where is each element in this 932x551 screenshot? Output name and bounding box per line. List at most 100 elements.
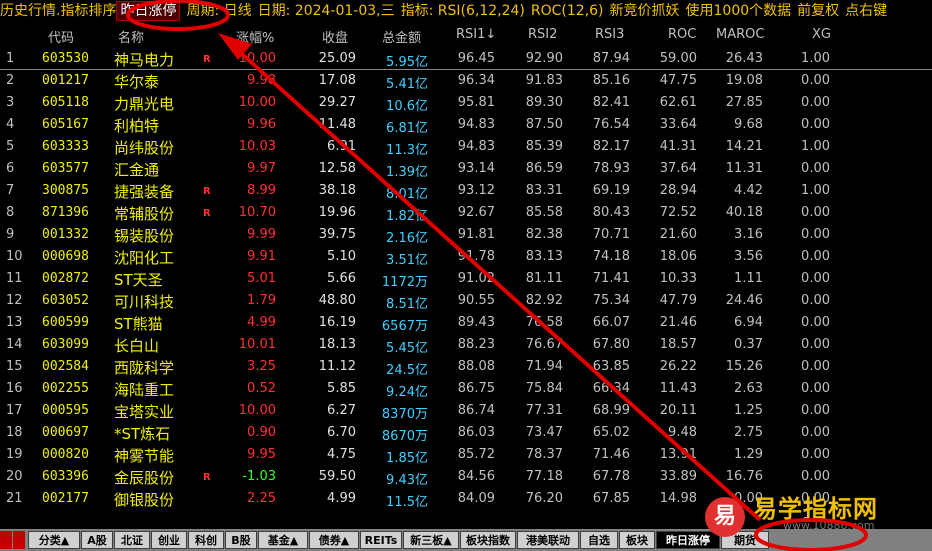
tab-item[interactable]: 基金▲ [258, 531, 308, 549]
tab-item[interactable]: 创业 [151, 531, 187, 549]
cell-rsi2: 82.38 [525, 227, 563, 242]
table-row[interactable]: 19 000820 神雾节能 9.95 4.75 1.85亿 85.72 78.37 71.46… [0, 444, 932, 466]
cell-idx: 10 [6, 249, 23, 264]
table-row[interactable]: 7 300875 捷强装备 R 8.99 38.18 8.01亿 93.12 83.31 69.1… [0, 180, 932, 202]
cell-idx: 20 [6, 469, 23, 484]
cell-rsi1: 88.23 [457, 337, 495, 352]
watermark-url: www.10886.com [783, 519, 875, 532]
col-code[interactable]: 代码 [48, 27, 74, 46]
table-row[interactable]: 17 000595 宝塔实业 10.00 6.27 8370万 86.74 77.31 68.9… [0, 400, 932, 422]
tab-item[interactable]: 板块指数 [460, 531, 516, 549]
tab-item[interactable]: 新三板▲ [403, 531, 459, 549]
tab-item[interactable]: 昨日涨停 [656, 531, 720, 549]
col-xg[interactable]: XG [812, 27, 831, 42]
col-change[interactable]: 涨幅% [236, 27, 274, 46]
cell-amt: 8.51亿 [386, 297, 428, 312]
cell-rsi2: 76.20 [525, 491, 563, 506]
col-amount[interactable]: 总金额 [382, 27, 421, 46]
cell-idx: 9 [6, 227, 15, 242]
cell-rsi3: 70.71 [592, 227, 630, 242]
cell-rsi3: 74.18 [592, 249, 630, 264]
cell-code: 871396 [42, 205, 89, 220]
tab-item[interactable]: 自选 [580, 531, 618, 549]
cell-rsi2: 83.31 [525, 183, 563, 198]
table-row[interactable]: 13 600599 ST熊猫 4.99 16.19 6567万 89.43 76.58 66.0… [0, 312, 932, 334]
table-row[interactable]: 1 603530 神马电力 R 10.00 25.09 5.95亿 96.45 92.90 87.… [0, 48, 932, 70]
cell-code: 000697 [42, 425, 89, 440]
cell-chg: 8.99 [247, 183, 276, 198]
cell-xg: 0.00 [801, 205, 830, 220]
cell-idx: 21 [6, 491, 23, 506]
cell-maroc: 40.18 [725, 205, 763, 220]
tab-item[interactable]: 板块 [619, 531, 655, 549]
col-maroc[interactable]: MAROC [716, 27, 764, 42]
table-row[interactable]: 4 605167 利柏特 9.96 11.48 6.81亿 94.83 87.50 76.54 3… [0, 114, 932, 136]
tab-item[interactable]: A股 [81, 531, 113, 549]
cell-xg: 0.00 [801, 469, 830, 484]
cell-rsi3: 63.85 [592, 359, 630, 374]
title-filter-highlight[interactable]: 昨日涨停 [116, 1, 181, 21]
table-row[interactable]: 12 603052 可川科技 1.79 48.80 8.51亿 90.55 82.92 75.3… [0, 290, 932, 312]
col-name[interactable]: 名称 [118, 27, 144, 46]
col-rsi2[interactable]: RSI2 [528, 27, 557, 42]
cell-name: 力鼎光电 [114, 95, 175, 113]
tab-item[interactable]: 科创 [188, 531, 224, 549]
col-roc[interactable]: ROC [668, 27, 696, 42]
title-roc: ROC(12,6) [530, 3, 604, 19]
tab-item[interactable]: 港美联动 [517, 531, 579, 549]
table-row[interactable]: 16 002255 海陆重工 0.52 5.85 9.24亿 86.75 75.84 66.34… [0, 378, 932, 400]
table-row[interactable]: 11 002872 ST天圣 5.01 5.66 1172万 91.02 81.11 71.41… [0, 268, 932, 290]
cell-rsi2: 77.31 [525, 403, 563, 418]
cell-rsi3: 66.34 [592, 381, 630, 396]
table-row[interactable]: 8 871396 常辅股份 R 10.70 19.96 1.82亿 92.67 85.58 80.… [0, 202, 932, 224]
scroll-left-icon[interactable] [0, 531, 12, 549]
table-row[interactable]: 14 603099 长白山 10.01 18.13 5.45亿 88.23 76.67 67.8… [0, 334, 932, 356]
cell-amt: 9.43亿 [386, 473, 428, 488]
col-close[interactable]: 收盘 [322, 27, 348, 46]
scroll-right-icon[interactable] [13, 531, 25, 549]
table-row[interactable]: 18 000697 *ST炼石 0.90 6.70 8670万 86.03 73.47 65.0… [0, 422, 932, 444]
table-row[interactable]: 15 002584 西陇科学 3.25 11.12 24.5亿 88.08 71.94 63.8… [0, 356, 932, 378]
cell-code: 300875 [42, 183, 89, 198]
cell-rsi2: 81.11 [525, 271, 563, 286]
cell-xg: 0.00 [801, 249, 830, 264]
table-row[interactable]: 9 001332 锡装股份 9.99 39.75 2.16亿 91.81 82.38 70.71… [0, 224, 932, 246]
cell-name: 可川科技 [114, 293, 175, 311]
cell-rsi2: 87.50 [525, 117, 563, 132]
cell-name: 华尔泰 [114, 73, 160, 91]
tab-item[interactable]: 债券▲ [309, 531, 359, 549]
col-rsi3[interactable]: RSI3 [595, 27, 624, 42]
table-row[interactable]: 2 001217 华尔泰 9.98 17.08 5.41亿 96.34 91.83 85.16 4… [0, 70, 932, 92]
cell-close: 17.08 [318, 73, 356, 88]
table-row[interactable]: 5 603333 尚纬股份 10.03 6.91 11.3亿 94.83 85.39 82.17… [0, 136, 932, 158]
cell-name: *ST炼石 [114, 425, 171, 443]
tab-item[interactable]: 分类▲ [28, 531, 80, 549]
table-row[interactable]: 3 605118 力鼎光电 10.00 29.27 10.6亿 95.81 89.30 82.4… [0, 92, 932, 114]
cell-maroc: 0.37 [734, 337, 763, 352]
cell-code: 001217 [42, 73, 89, 88]
cell-idx: 8 [6, 205, 15, 220]
tab-item[interactable]: 北证 [114, 531, 150, 549]
cell-rsi1: 91.81 [457, 227, 495, 242]
tab-item[interactable]: REITs [360, 531, 402, 549]
cell-rsi1: 86.75 [457, 381, 495, 396]
cell-maroc: 1.29 [734, 447, 763, 462]
table-row[interactable]: 10 000698 沈阳化工 9.91 5.10 3.51亿 91.78 83.13 74.18… [0, 246, 932, 268]
table-row[interactable]: 6 603577 汇金通 9.97 12.58 1.39亿 93.14 86.59 78.93 3… [0, 158, 932, 180]
cell-amt: 11.3亿 [386, 143, 428, 158]
cell-roc: 26.22 [659, 359, 697, 374]
cell-code: 000820 [42, 447, 89, 462]
cell-idx: 18 [6, 425, 23, 440]
cell-xg: 0.00 [801, 95, 830, 110]
col-rsi1[interactable]: RSI1↓ [456, 27, 496, 42]
cell-code: 002584 [42, 359, 89, 374]
table-row[interactable]: 20 603396 金辰股份 R -1.03 59.50 9.43亿 84.56 77.18 67… [0, 466, 932, 488]
cell-amt: 11.5亿 [386, 495, 428, 510]
cell-maroc: 9.68 [734, 117, 763, 132]
cell-close: 4.99 [327, 491, 356, 506]
tab-item[interactable]: B股 [225, 531, 257, 549]
cell-roc: 21.46 [659, 315, 697, 330]
cell-maroc: 4.42 [734, 183, 763, 198]
cell-idx: 1 [6, 51, 15, 66]
cell-name: 西陇科学 [114, 359, 175, 377]
